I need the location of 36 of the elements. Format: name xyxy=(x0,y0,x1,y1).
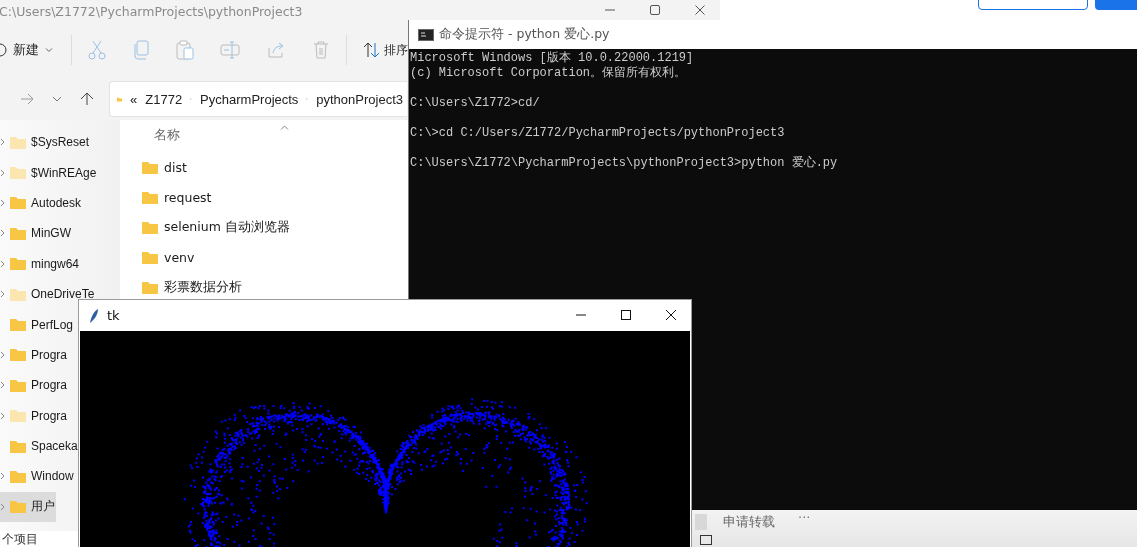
overflow-chevron[interactable]: « xyxy=(130,91,138,107)
file-row[interactable]: dist xyxy=(142,154,195,180)
breadcrumb-item[interactable]: Z1772 xyxy=(145,91,183,107)
tree-item[interactable]: MinGW xyxy=(0,218,72,249)
console-line: (c) Microsoft Corporation。保留所有权利。 xyxy=(410,66,688,81)
tree-item[interactable]: 用户 xyxy=(0,491,56,523)
tree-item[interactable]: Progra xyxy=(0,370,69,401)
window-title: 命令提示符 - python 爱心.py xyxy=(439,26,610,43)
console-line: C:\>cd C:/Users/Z1772/PycharmProjects/pythonProject3 xyxy=(410,125,786,141)
breadcrumb-item[interactable]: PycharmProjects xyxy=(200,91,299,107)
tree-item[interactable]: OneDriveTe xyxy=(0,278,96,310)
tree-item[interactable]: Autodesk xyxy=(0,187,83,219)
file-row[interactable]: request xyxy=(142,184,220,210)
file-row[interactable]: 彩票数据分析 xyxy=(142,274,250,300)
sort-button[interactable]: 排序 xyxy=(363,41,408,59)
console-line: C:\Users\Z1772>cd/ xyxy=(410,95,541,111)
tree-item[interactable]: $WinREAge xyxy=(0,157,98,188)
file-row[interactable]: venv xyxy=(142,244,203,270)
window-title: C:\Users\Z1772\PycharmProjects\pythonProject3 xyxy=(0,3,303,19)
new-button[interactable]: 新建 xyxy=(0,41,55,59)
tree-item[interactable]: Window xyxy=(0,461,75,492)
tree-item[interactable]: PerfLog xyxy=(0,309,75,340)
breadcrumb-item[interactable]: pythonProject3 xyxy=(316,91,403,107)
file-row[interactable]: selenium 自动浏览器 xyxy=(142,214,298,240)
address-bar[interactable]: « Z1772 PycharmProjects pythonProject3 xyxy=(109,81,407,117)
tree-item[interactable]: mingw64 xyxy=(0,248,81,279)
column-header[interactable]: 名称 xyxy=(154,126,180,144)
repost-link[interactable]: 申请转载 xyxy=(723,513,775,531)
tree-item[interactable]: Spaceka xyxy=(0,430,79,462)
more-button[interactable]: ··· xyxy=(798,510,811,525)
console-line: Microsoft Windows [版本 10.0.22000.1219] xyxy=(410,51,695,66)
tree-item[interactable]: Progra xyxy=(0,400,69,431)
tree-item[interactable]: $SysReset xyxy=(0,127,91,158)
console-line: C:\Users\Z1772\PycharmProjects\pythonProject3>python 爱心.py xyxy=(410,155,839,171)
tree-item[interactable]: Progra xyxy=(0,339,69,371)
window-title: tk xyxy=(107,308,120,323)
